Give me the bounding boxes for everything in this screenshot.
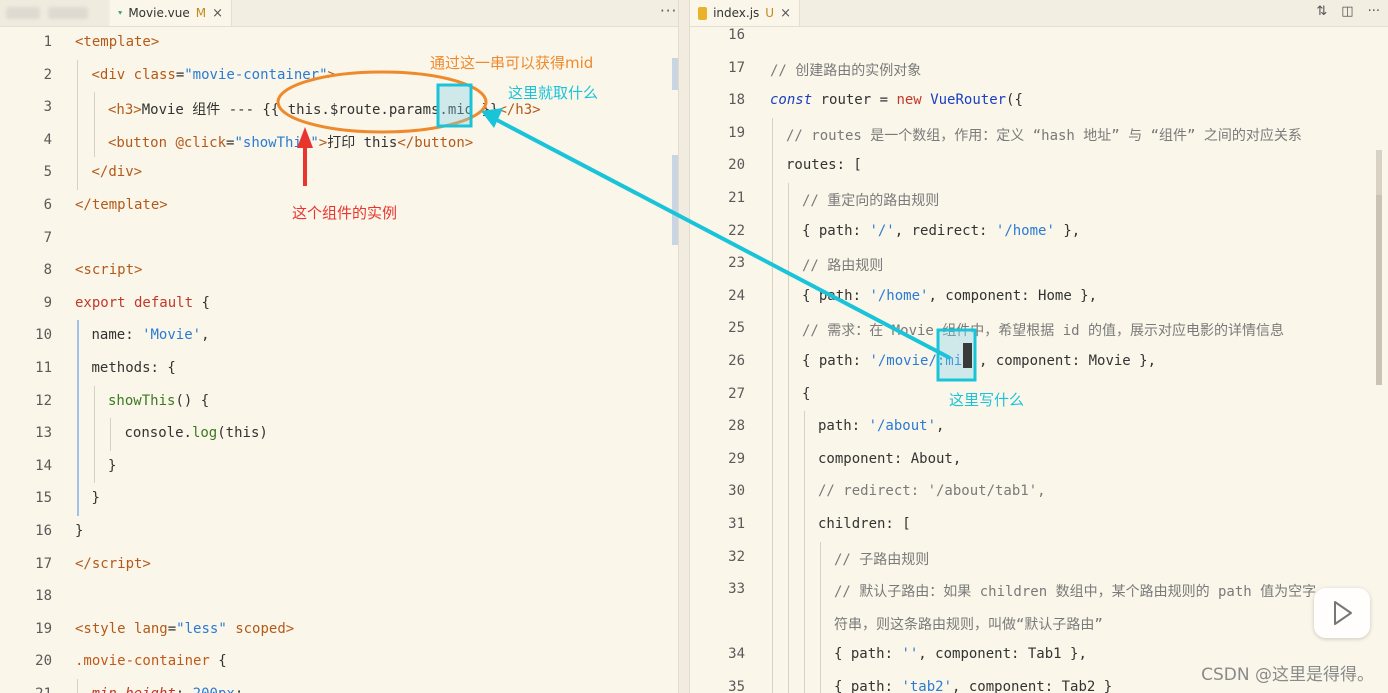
annotation-take-here: 这里就取什么 bbox=[508, 84, 599, 102]
annotation-get-mid: 通过这一串可以获得mid bbox=[430, 54, 594, 72]
play-icon bbox=[1334, 601, 1352, 625]
annotation-overlay bbox=[276, 70, 977, 382]
watermark: CSDN @这里是得得。 bbox=[1201, 665, 1374, 685]
red-arrowhead bbox=[297, 127, 313, 148]
annotation-component-instance: 这个组件的实例 bbox=[292, 204, 398, 222]
text-cursor bbox=[963, 343, 972, 368]
mid-highlight-box-left bbox=[436, 83, 473, 128]
cyan-arrow-line bbox=[494, 117, 951, 360]
annotation-write-here: 这里写什么 bbox=[949, 391, 1025, 409]
video-play-button[interactable] bbox=[1314, 588, 1370, 638]
cyan-arrowhead bbox=[481, 108, 503, 128]
